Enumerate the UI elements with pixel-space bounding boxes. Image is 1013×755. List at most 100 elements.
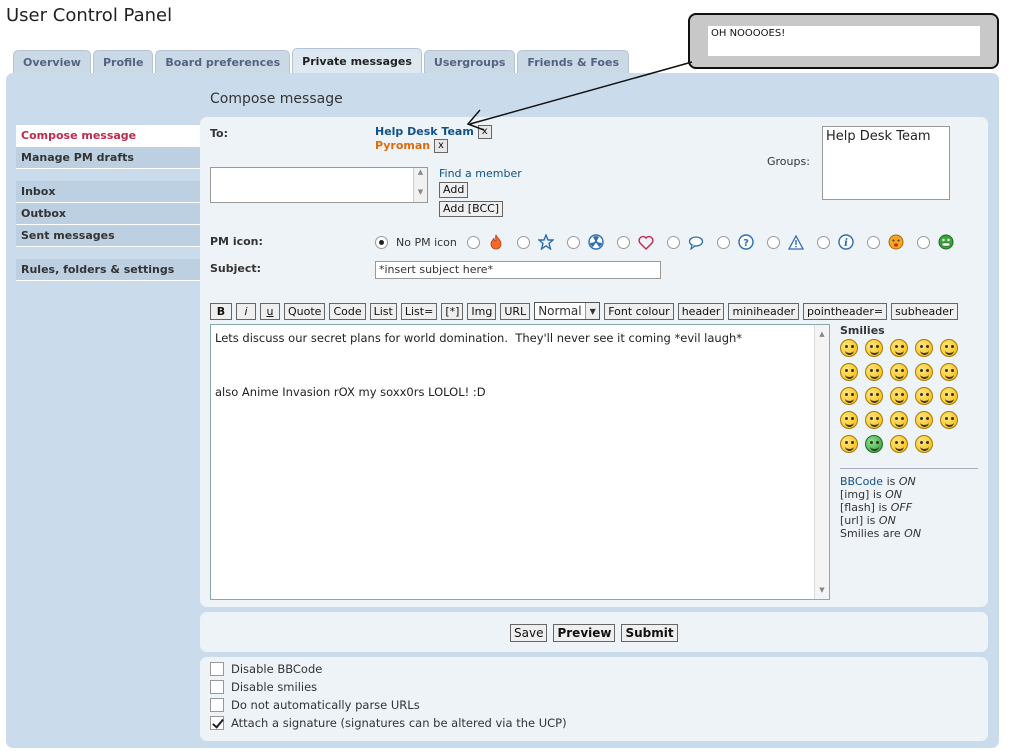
recipient-user-link[interactable]: Pyroman <box>375 139 430 152</box>
smiley-icon[interactable] <box>865 435 883 453</box>
pm-icon-radio-none[interactable] <box>375 235 388 249</box>
sidebar-item-outbox[interactable]: Outbox <box>16 203 200 225</box>
bbcode-help-link[interactable]: BBCode <box>840 475 883 488</box>
smiley-icon[interactable] <box>915 387 933 405</box>
smiley-icon[interactable] <box>865 363 883 381</box>
font-colour-button[interactable]: Font colour <box>604 302 674 320</box>
no-parse-urls-checkbox[interactable] <box>210 698 224 712</box>
miniheader-button[interactable]: miniheader <box>728 302 800 320</box>
tab-board-preferences[interactable]: Board preferences <box>155 50 291 73</box>
bold-button[interactable]: B <box>210 302 232 320</box>
smiley-icon[interactable] <box>915 411 933 429</box>
recipient-input[interactable]: ▲ ▼ <box>210 167 428 203</box>
smiley-icon[interactable] <box>865 411 883 429</box>
subheader-button[interactable]: subheader <box>891 302 958 320</box>
compose-form: To: Help Desk Team x Pyroman x ▲ ▼ Find … <box>200 117 988 607</box>
smiley-icon[interactable] <box>915 435 933 453</box>
smiley-icon[interactable] <box>865 387 883 405</box>
recipient-group-link[interactable]: Help Desk Team <box>375 125 474 138</box>
smiley-icon[interactable] <box>840 339 858 357</box>
italic-button[interactable]: i <box>236 302 256 320</box>
pm-icon-radio[interactable] <box>566 235 580 249</box>
save-button[interactable]: Save <box>510 624 548 642</box>
pm-icon-radio[interactable] <box>916 235 930 249</box>
smiley-icon[interactable] <box>840 411 858 429</box>
message-textarea[interactable]: Lets discuss our secret plans for world … <box>210 324 830 600</box>
svg-text:?: ? <box>743 238 749 249</box>
pm-icon-label: PM icon: <box>210 235 263 248</box>
sidebar-item-sent[interactable]: Sent messages <box>16 225 200 247</box>
smiley-icon[interactable] <box>890 387 908 405</box>
smiley-icon[interactable] <box>940 387 958 405</box>
scroll-down-icon: ▼ <box>819 586 825 594</box>
font-size-select[interactable]: Normal ▼ <box>534 302 601 320</box>
subject-input[interactable]: *insert subject here* <box>375 261 661 279</box>
option-label: Disable smilies <box>231 680 318 694</box>
fire-icon <box>488 234 504 250</box>
find-member-link[interactable]: Find a member <box>439 167 522 180</box>
smiley-icon[interactable] <box>890 339 908 357</box>
underline-button[interactable]: u <box>260 302 280 320</box>
message-scrollbar[interactable]: ▲ ▼ <box>814 325 829 599</box>
smiley-icon[interactable] <box>890 435 908 453</box>
header-button[interactable]: header <box>677 302 725 320</box>
bbcode-is-text: is <box>886 475 896 488</box>
option-disable-bbcode[interactable]: Disable BBCode <box>210 662 322 676</box>
smiley-icon[interactable] <box>915 363 933 381</box>
pm-icon-radio[interactable] <box>616 235 630 249</box>
smiley-icon[interactable] <box>840 363 858 381</box>
add-button[interactable]: Add <box>439 182 469 198</box>
smiley-icon[interactable] <box>940 339 958 357</box>
sidebar-item-compose[interactable]: Compose message <box>16 125 200 147</box>
pointheader-button[interactable]: pointheader= <box>803 302 888 320</box>
recipient-input-scrollbar[interactable]: ▲ ▼ <box>413 168 427 202</box>
attach-signature-checkbox[interactable] <box>210 716 224 730</box>
submit-button[interactable]: Submit <box>621 624 678 642</box>
sidebar-item-drafts[interactable]: Manage PM drafts <box>16 147 200 169</box>
sidebar-item-rules[interactable]: Rules, folders & settings <box>16 259 200 281</box>
pm-icon-radio[interactable] <box>716 235 730 249</box>
smiley-icon[interactable] <box>890 411 908 429</box>
smiley-icon[interactable] <box>915 339 933 357</box>
remove-recipient-button[interactable]: x <box>433 139 448 153</box>
options-panel: Disable BBCode Disable smilies Do not au… <box>200 657 988 741</box>
option-disable-smilies[interactable]: Disable smilies <box>210 680 317 694</box>
pm-icon-radio[interactable] <box>766 235 780 249</box>
groups-select[interactable]: Help Desk Team <box>822 126 950 200</box>
ordered-list-button[interactable]: List= <box>400 302 438 320</box>
option-label: Attach a signature (signatures can be al… <box>231 716 567 730</box>
smiley-icon[interactable] <box>940 363 958 381</box>
pm-icon-radio[interactable] <box>666 235 680 249</box>
pm-icon-radio[interactable] <box>466 235 480 249</box>
disable-smilies-checkbox[interactable] <box>210 680 224 694</box>
img-button[interactable]: Img <box>467 302 497 320</box>
add-bcc-button[interactable]: Add [BCC] <box>439 201 504 217</box>
heart-icon <box>638 234 654 250</box>
tab-overview[interactable]: Overview <box>13 50 91 73</box>
groups-option[interactable]: Help Desk Team <box>826 129 946 144</box>
list-button[interactable]: List <box>369 302 397 320</box>
smiley-icon[interactable] <box>890 363 908 381</box>
quote-button[interactable]: Quote <box>284 302 326 320</box>
option-no-parse-urls[interactable]: Do not automatically parse URLs <box>210 698 420 712</box>
code-button[interactable]: Code <box>329 302 366 320</box>
pm-icon-radio[interactable] <box>866 235 880 249</box>
pm-icon-radio[interactable] <box>816 235 830 249</box>
tab-profile[interactable]: Profile <box>92 50 154 73</box>
radioactive-icon <box>588 234 604 250</box>
smiley-icon[interactable] <box>840 387 858 405</box>
url-state: ON <box>878 514 896 527</box>
sidebar-item-inbox[interactable]: Inbox <box>16 181 200 203</box>
option-attach-signature[interactable]: Attach a signature (signatures can be al… <box>210 716 567 730</box>
list-item-button[interactable]: [*] <box>441 302 464 320</box>
preview-button[interactable]: Preview <box>553 624 616 642</box>
disable-bbcode-checkbox[interactable] <box>210 662 224 676</box>
pm-icon-radio[interactable] <box>516 235 530 249</box>
smiley-icon[interactable] <box>940 411 958 429</box>
smiley-icon[interactable] <box>840 435 858 453</box>
smiley-icon[interactable] <box>865 339 883 357</box>
smilies-heading: Smilies <box>840 324 885 337</box>
tab-private-messages[interactable]: Private messages <box>292 48 422 73</box>
url-button[interactable]: URL <box>500 302 531 320</box>
